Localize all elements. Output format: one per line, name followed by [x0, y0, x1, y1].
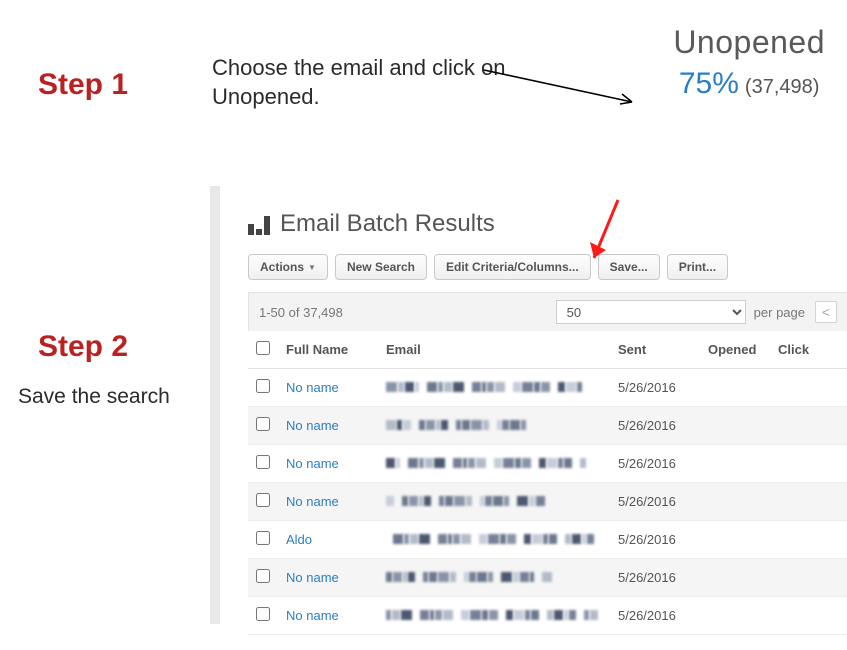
table-row: No name 5/26/2016 — [248, 445, 847, 483]
save-button[interactable]: Save... — [598, 254, 660, 280]
new-search-button[interactable]: New Search — [335, 254, 427, 280]
col-email[interactable]: Email — [378, 331, 610, 369]
clicked-cell — [770, 445, 847, 483]
row-checkbox[interactable] — [256, 531, 270, 545]
panel-heading: Email Batch Results — [248, 210, 847, 238]
col-opened[interactable]: Opened — [700, 331, 770, 369]
step2-instruction: Save the search — [18, 385, 170, 409]
name-link[interactable]: No name — [286, 418, 339, 433]
redacted-email — [386, 458, 586, 468]
row-checkbox[interactable] — [256, 607, 270, 621]
opened-cell — [700, 369, 770, 407]
name-link[interactable]: No name — [286, 380, 339, 395]
row-checkbox[interactable] — [256, 569, 270, 583]
table-row: No name 5/26/2016 — [248, 597, 847, 635]
clicked-cell — [770, 407, 847, 445]
opened-cell — [700, 559, 770, 597]
opened-cell — [700, 445, 770, 483]
unopened-title: Unopened — [673, 24, 825, 61]
actions-button[interactable]: Actions▼ — [248, 254, 328, 280]
panel-title: Email Batch Results — [280, 210, 495, 238]
pager-range: 1-50 of 37,498 — [259, 305, 343, 320]
row-checkbox[interactable] — [256, 455, 270, 469]
table-row: No name 5/26/2016 — [248, 407, 847, 445]
clicked-cell — [770, 559, 847, 597]
opened-cell — [700, 407, 770, 445]
redacted-email — [386, 496, 545, 506]
table-row: No name 5/26/2016 — [248, 559, 847, 597]
table-row: No name 5/26/2016 — [248, 483, 847, 521]
unopened-metric[interactable]: 75% (37,498) — [679, 67, 820, 101]
results-table: Full Name Email Sent Opened Click No nam… — [248, 331, 847, 635]
select-all-checkbox[interactable] — [256, 341, 270, 355]
panel-side-rail — [210, 186, 220, 624]
name-link[interactable]: No name — [286, 608, 339, 623]
opened-cell — [700, 597, 770, 635]
col-clicked[interactable]: Click — [770, 331, 847, 369]
name-link[interactable]: No name — [286, 494, 339, 509]
col-full-name[interactable]: Full Name — [278, 331, 378, 369]
table-row: No name 5/26/2016 — [248, 369, 847, 407]
sent-cell: 5/26/2016 — [610, 369, 700, 407]
row-checkbox[interactable] — [256, 417, 270, 431]
name-link[interactable]: No name — [286, 570, 339, 585]
pager-prev-button[interactable]: < — [815, 301, 837, 323]
row-checkbox[interactable] — [256, 379, 270, 393]
step1-instruction: Choose the email and click on Unopened. — [212, 54, 512, 111]
sent-cell: 5/26/2016 — [610, 521, 700, 559]
col-sent[interactable]: Sent — [610, 331, 700, 369]
results-panel: Email Batch Results Actions▼ New Search … — [248, 210, 847, 635]
per-page-select[interactable]: 50 — [556, 300, 746, 324]
sent-cell: 5/26/2016 — [610, 407, 700, 445]
step1-label: Step 1 — [38, 68, 128, 102]
bar-chart-icon — [248, 213, 270, 235]
redacted-email — [386, 610, 598, 620]
unopened-percent: 75% — [679, 67, 739, 101]
per-page-label: per page — [754, 305, 805, 320]
opened-cell — [700, 483, 770, 521]
redacted-email — [386, 534, 594, 544]
sent-cell: 5/26/2016 — [610, 483, 700, 521]
opened-cell — [700, 521, 770, 559]
sent-cell: 5/26/2016 — [610, 559, 700, 597]
redacted-email — [386, 382, 582, 392]
name-link[interactable]: Aldo — [286, 532, 312, 547]
clicked-cell — [770, 521, 847, 559]
unopened-count: (37,498) — [745, 76, 820, 99]
sent-cell: 5/26/2016 — [610, 597, 700, 635]
redacted-email — [386, 572, 552, 582]
toolbar: Actions▼ New Search Edit Criteria/Column… — [248, 254, 847, 280]
clicked-cell — [770, 369, 847, 407]
row-checkbox[interactable] — [256, 493, 270, 507]
table-row: Aldo 5/26/2016 — [248, 521, 847, 559]
chevron-down-icon: ▼ — [308, 263, 316, 272]
edit-criteria-button[interactable]: Edit Criteria/Columns... — [434, 254, 591, 280]
header-row: Full Name Email Sent Opened Click — [248, 331, 847, 369]
name-link[interactable]: No name — [286, 456, 339, 471]
pager-row: 1-50 of 37,498 50 per page < — [248, 292, 847, 331]
sent-cell: 5/26/2016 — [610, 445, 700, 483]
clicked-cell — [770, 483, 847, 521]
redacted-email — [386, 420, 533, 430]
print-button[interactable]: Print... — [667, 254, 728, 280]
clicked-cell — [770, 597, 847, 635]
step2-label: Step 2 — [38, 330, 128, 364]
